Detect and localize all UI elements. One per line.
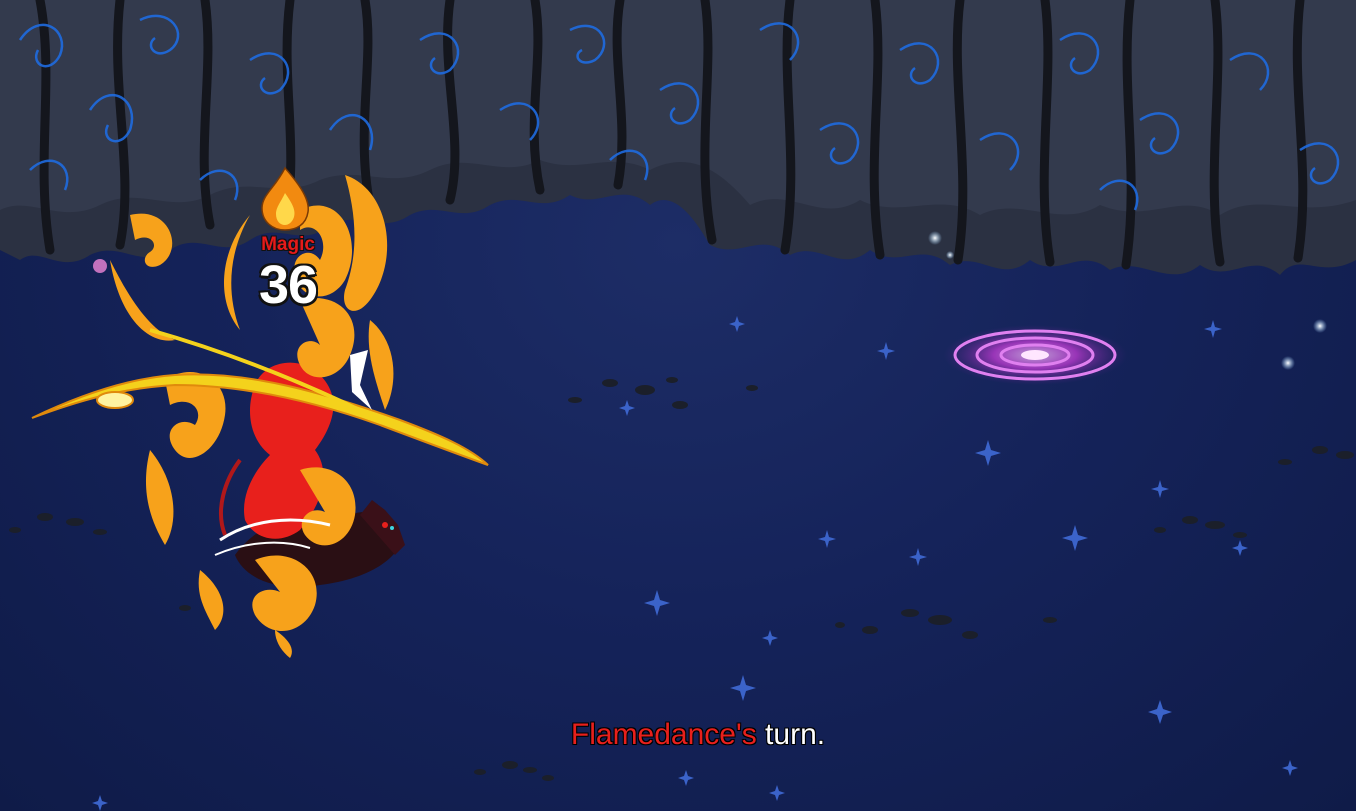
turn-text: turn. — [756, 718, 826, 751]
damage-number: 36 — [258, 255, 318, 315]
battle-scene: Magic 36 Flamedance's turn. — [0, 0, 1356, 811]
cave-ceiling — [0, 0, 1356, 275]
portal-vortex — [943, 325, 1127, 385]
turn-message: Flamedance's turn. — [0, 718, 1356, 752]
element-label: Magic — [261, 234, 315, 255]
damage-popup: Magic 36 — [238, 168, 338, 328]
turn-character-name: Flamedance's — [570, 718, 757, 751]
battle-background — [0, 0, 1356, 811]
